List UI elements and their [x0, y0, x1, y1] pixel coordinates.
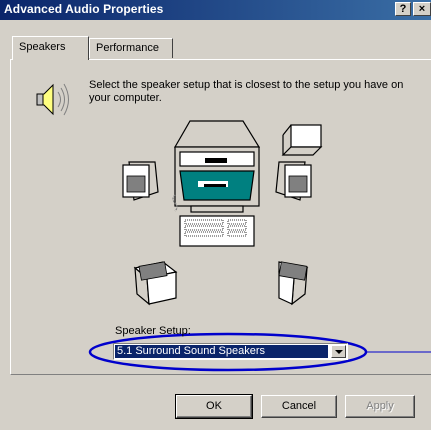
tab-speakers[interactable]: Speakers — [12, 36, 89, 60]
chevron-down-icon[interactable] — [331, 345, 346, 358]
speaker-setup-value[interactable]: 5.1 Surround Sound Speakers — [115, 345, 328, 358]
help-button[interactable]: ? — [395, 2, 411, 16]
ok-button[interactable]: OK — [175, 394, 253, 419]
window-title: Advanced Audio Properties — [4, 2, 164, 16]
advanced-audio-properties-dialog: Advanced Audio Properties ? × Speakers P… — [0, 0, 431, 430]
intro-text: Select the speaker setup that is closest… — [89, 79, 404, 104]
speakers-tab-panel — [10, 59, 431, 375]
close-button[interactable]: × — [413, 2, 431, 16]
tab-performance[interactable]: Performance — [89, 38, 173, 58]
title-bar[interactable]: Advanced Audio Properties ? × — [0, 0, 431, 20]
apply-button[interactable]: Apply — [345, 395, 415, 418]
speaker-setup-dropdown[interactable]: 5.1 Surround Sound Speakers — [113, 343, 348, 360]
cancel-button[interactable]: Cancel — [261, 395, 337, 418]
speaker-setup-label: Speaker Setup: — [115, 325, 191, 337]
